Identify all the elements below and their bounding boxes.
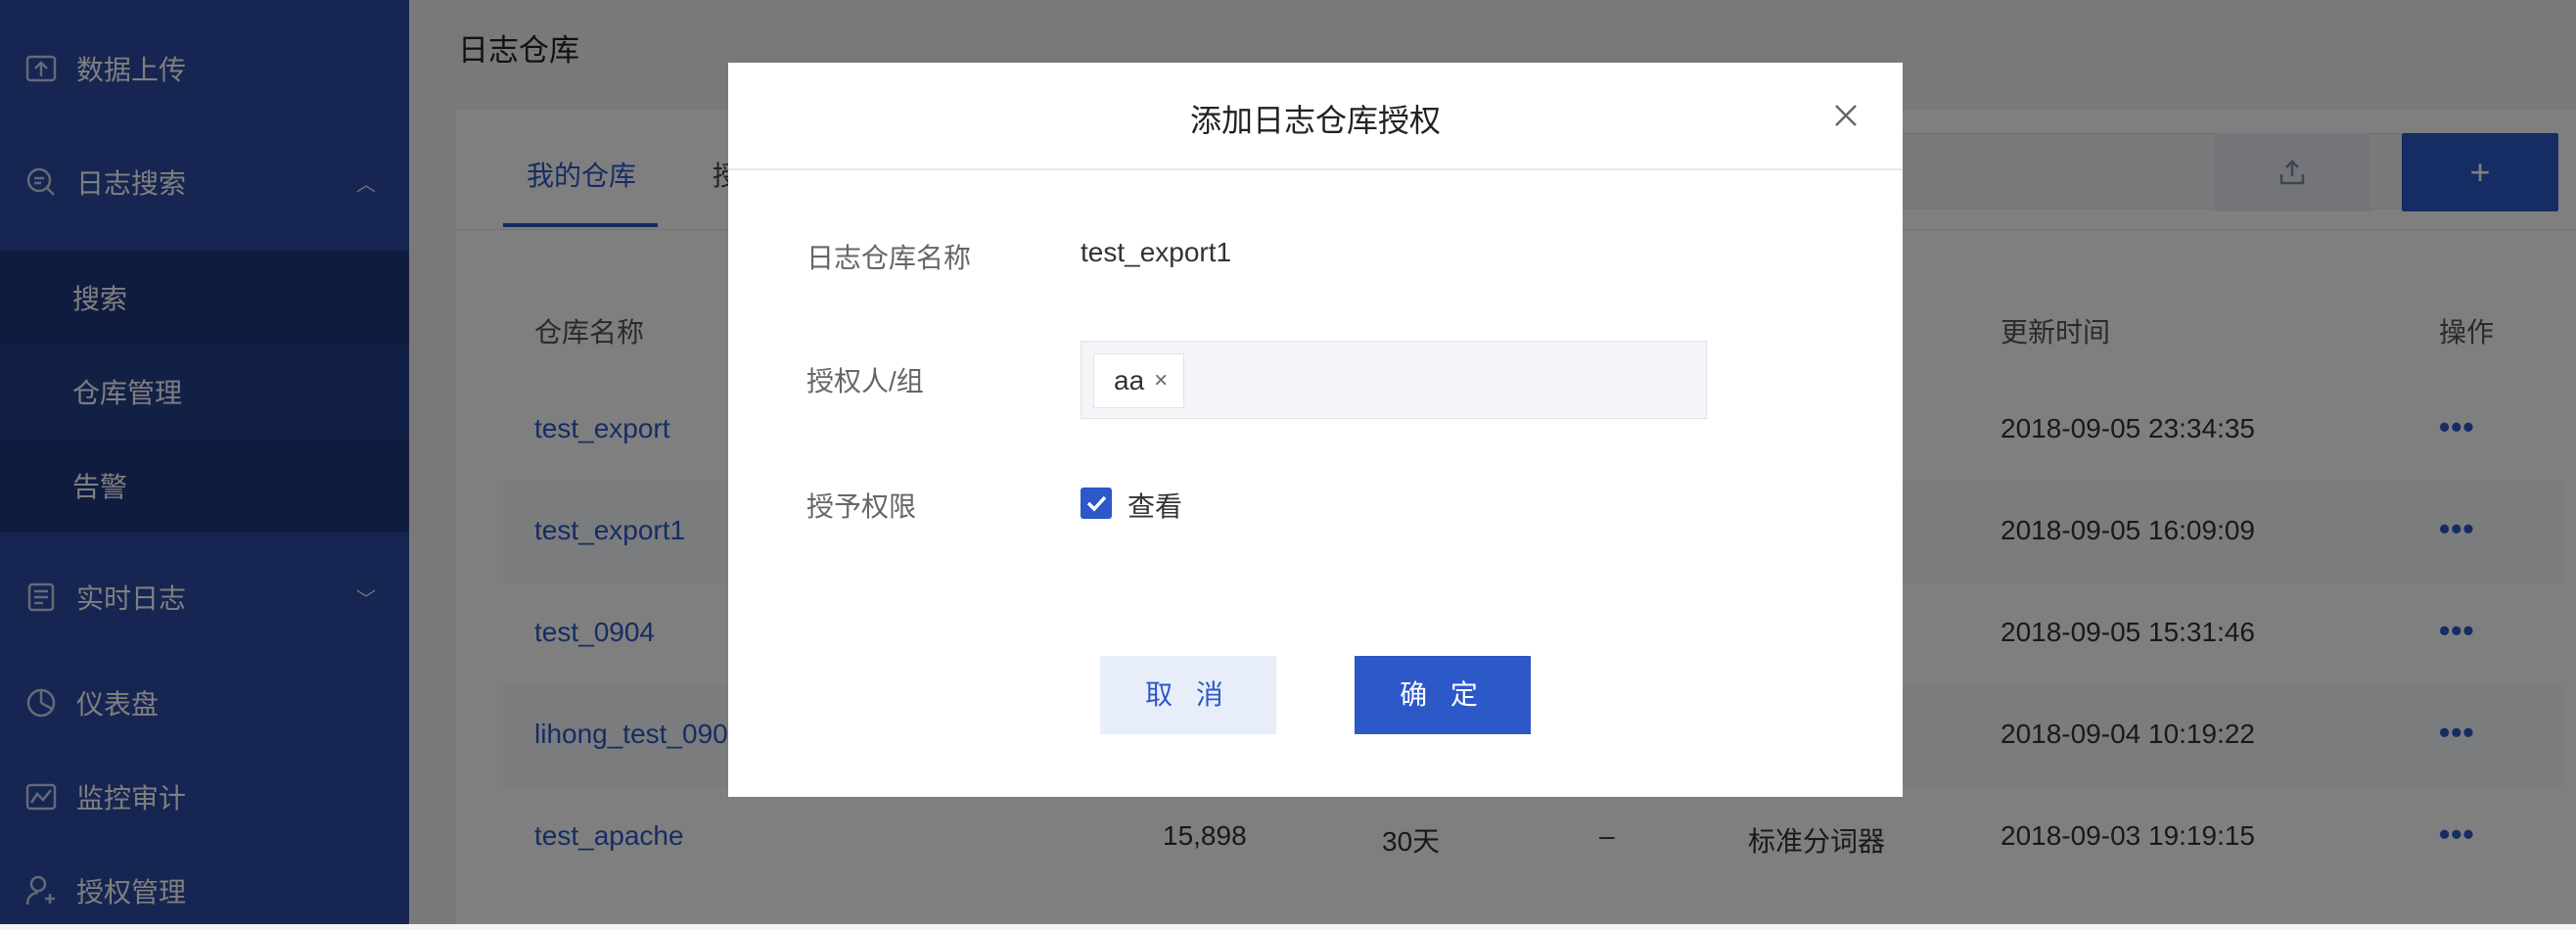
dialog-title: 添加日志仓库授权 — [1189, 103, 1441, 138]
grantee-tag-label: aa — [1114, 365, 1145, 395]
grantee-input[interactable]: aa × — [1081, 341, 1707, 419]
view-permission-label[interactable]: 查看 — [1127, 486, 1182, 525]
remove-tag-icon[interactable]: × — [1154, 367, 1168, 395]
grantee-tag: aa × — [1093, 353, 1185, 408]
permission-label: 授予权限 — [806, 491, 917, 522]
add-authorization-dialog: 添加日志仓库授权 日志仓库名称 test_export1 授权人/组 aa × … — [728, 63, 1903, 797]
repo-name-value: test_export1 — [1081, 237, 1232, 267]
view-permission-checkbox[interactable] — [1081, 488, 1112, 519]
confirm-button[interactable]: 确 定 — [1355, 656, 1531, 734]
cancel-button[interactable]: 取 消 — [1100, 656, 1276, 734]
checkmark-icon — [1086, 495, 1107, 512]
dialog-divider — [728, 168, 1903, 170]
close-icon[interactable] — [1826, 96, 1865, 135]
repo-name-label: 日志仓库名称 — [806, 243, 972, 273]
grantee-label: 授权人/组 — [806, 366, 924, 396]
